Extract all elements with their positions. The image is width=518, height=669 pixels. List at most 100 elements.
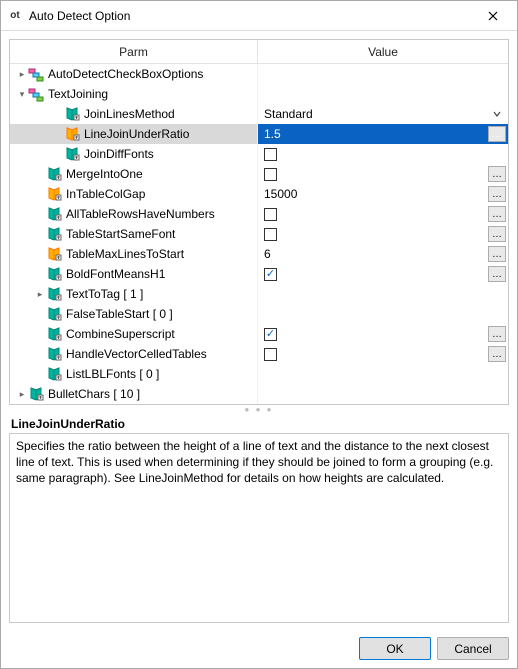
checkbox[interactable]: [264, 328, 277, 341]
grid-row-textJoining[interactable]: ▾TextJoining: [10, 84, 508, 104]
ellipsis-button[interactable]: …: [488, 186, 506, 202]
value-cell[interactable]: [258, 144, 508, 164]
row-label: HandleVectorCelledTables: [66, 347, 207, 361]
row-label: AutoDetectCheckBoxOptions: [48, 67, 203, 81]
parm-cell[interactable]: ▸ AutoDetectCheckBoxOptions: [10, 64, 258, 84]
dropdown-button[interactable]: [488, 106, 506, 122]
parm-cell[interactable]: JoinDiffFonts: [10, 144, 258, 164]
header-parm[interactable]: Parm: [10, 40, 258, 63]
description-title: LineJoinUnderRatio: [9, 413, 509, 433]
ellipsis-button[interactable]: …: [488, 166, 506, 182]
title-bar: ot Auto Detect Option: [1, 1, 517, 31]
cancel-button[interactable]: Cancel: [437, 637, 509, 660]
window-title: Auto Detect Option: [29, 9, 475, 23]
expand-icon[interactable]: ▸: [34, 289, 46, 300]
grid-row-inTableColGap[interactable]: InTableColGap 15000 …: [10, 184, 508, 204]
ok-button[interactable]: OK: [359, 637, 431, 660]
value-cell[interactable]: [258, 364, 508, 384]
parm-cell[interactable]: AllTableRowsHaveNumbers: [10, 204, 258, 224]
ellipsis-button[interactable]: …: [488, 346, 506, 362]
checkbox[interactable]: [264, 228, 277, 241]
checkbox[interactable]: [264, 148, 277, 161]
parm-cell[interactable]: MergeIntoOne: [10, 164, 258, 184]
value-cell[interactable]: 6…: [258, 244, 508, 264]
value-cell[interactable]: [258, 64, 508, 84]
row-label: FalseTableStart [ 0 ]: [66, 307, 173, 321]
value-text[interactable]: 1.5: [264, 127, 281, 141]
ellipsis-button[interactable]: …: [488, 126, 506, 142]
grid-row-joinDiffFonts[interactable]: JoinDiffFonts: [10, 144, 508, 164]
value-cell[interactable]: [258, 304, 508, 324]
checkbox[interactable]: [264, 348, 277, 361]
value-cell[interactable]: …: [258, 204, 508, 224]
value-cell[interactable]: …: [258, 324, 508, 344]
ellipsis-button[interactable]: …: [488, 326, 506, 342]
value-text[interactable]: 15000: [264, 187, 297, 201]
grid-row-allTableRowsHaveNumbers[interactable]: AllTableRowsHaveNumbers …: [10, 204, 508, 224]
value-cell[interactable]: 15000 …: [258, 184, 508, 204]
parm-cell[interactable]: JoinLinesMethod: [10, 104, 258, 124]
button-row: OK Cancel: [1, 629, 517, 668]
parm-cell[interactable]: ListLBLFonts [ 0 ]: [10, 364, 258, 384]
grid-row-textToTag[interactable]: ▸ TextToTag [ 1 ]: [10, 284, 508, 304]
value-cell[interactable]: …: [258, 164, 508, 184]
grid-row-mergeIntoOne[interactable]: MergeIntoOne …: [10, 164, 508, 184]
grid-header: Parm Value: [10, 40, 508, 64]
ellipsis-button[interactable]: …: [488, 226, 506, 242]
collapse-icon[interactable]: ▾: [16, 89, 28, 100]
property-icon: [46, 246, 62, 262]
value-cell[interactable]: [258, 284, 508, 304]
expand-icon[interactable]: ▸: [16, 389, 28, 400]
checkbox[interactable]: [264, 168, 277, 181]
ellipsis-button[interactable]: …: [488, 206, 506, 222]
parm-cell[interactable]: ▸ TextToTag [ 1 ]: [10, 284, 258, 304]
value-cell[interactable]: [258, 384, 508, 404]
dialog-content: Parm Value ▸AutoDetectCheckBoxOptions▾Te…: [1, 31, 517, 629]
grid-row-listLBLFonts[interactable]: ListLBLFonts [ 0 ]: [10, 364, 508, 384]
parm-cell[interactable]: FalseTableStart [ 0 ]: [10, 304, 258, 324]
group-icon: [28, 66, 44, 82]
grid-body[interactable]: ▸AutoDetectCheckBoxOptions▾TextJoiningJo…: [10, 64, 508, 404]
value-cell[interactable]: 1.5 …: [258, 124, 508, 144]
grid-row-combineSuperscript[interactable]: CombineSuperscript …: [10, 324, 508, 344]
parm-cell[interactable]: ▾TextJoining: [10, 84, 258, 104]
ellipsis-button[interactable]: …: [488, 266, 506, 282]
close-button[interactable]: [475, 2, 511, 30]
value-cell[interactable]: …: [258, 224, 508, 244]
row-label: LineJoinUnderRatio: [84, 127, 189, 141]
ellipsis-button[interactable]: …: [488, 246, 506, 262]
value-cell[interactable]: …: [258, 264, 508, 284]
parm-cell[interactable]: BoldFontMeansH1: [10, 264, 258, 284]
header-value[interactable]: Value: [258, 40, 508, 63]
row-label: TextToTag [ 1 ]: [66, 287, 143, 301]
grid-row-joinLinesMethod[interactable]: JoinLinesMethod Standard: [10, 104, 508, 124]
app-icon: ot: [7, 8, 23, 24]
grid-row-bulletChars[interactable]: ▸BulletChars [ 10 ]: [10, 384, 508, 404]
grid-row-boldFontMeansH1[interactable]: BoldFontMeansH1 …: [10, 264, 508, 284]
grid-row-autoDetect[interactable]: ▸ AutoDetectCheckBoxOptions: [10, 64, 508, 84]
checkbox[interactable]: [264, 268, 277, 281]
expand-icon[interactable]: ▸: [16, 69, 28, 80]
parm-cell[interactable]: TableMaxLinesToStart: [10, 244, 258, 264]
parm-cell[interactable]: HandleVectorCelledTables: [10, 344, 258, 364]
value-cell[interactable]: Standard: [258, 104, 508, 124]
grid-row-tableMaxLinesToStart[interactable]: TableMaxLinesToStart6…: [10, 244, 508, 264]
parm-cell[interactable]: InTableColGap: [10, 184, 258, 204]
value-cell[interactable]: …: [258, 344, 508, 364]
grid-row-handleVectorCelledTables[interactable]: HandleVectorCelledTables …: [10, 344, 508, 364]
value-cell[interactable]: [258, 84, 508, 104]
value-text[interactable]: Standard: [264, 107, 313, 121]
splitter-grip[interactable]: ● ● ●: [9, 405, 509, 413]
property-icon: [28, 386, 44, 402]
row-label: TableMaxLinesToStart: [66, 247, 184, 261]
parm-cell[interactable]: CombineSuperscript: [10, 324, 258, 344]
grid-row-tableStartSameFont[interactable]: TableStartSameFont …: [10, 224, 508, 244]
property-icon: [46, 206, 62, 222]
grid-row-falseTableStart[interactable]: FalseTableStart [ 0 ]: [10, 304, 508, 324]
parm-cell[interactable]: LineJoinUnderRatio: [10, 124, 258, 144]
parm-cell[interactable]: ▸BulletChars [ 10 ]: [10, 384, 258, 404]
value-text[interactable]: 6: [264, 247, 271, 261]
checkbox[interactable]: [264, 208, 277, 221]
grid-row-lineJoinUnderRatio[interactable]: LineJoinUnderRatio 1.5 …: [10, 124, 508, 144]
parm-cell[interactable]: TableStartSameFont: [10, 224, 258, 244]
